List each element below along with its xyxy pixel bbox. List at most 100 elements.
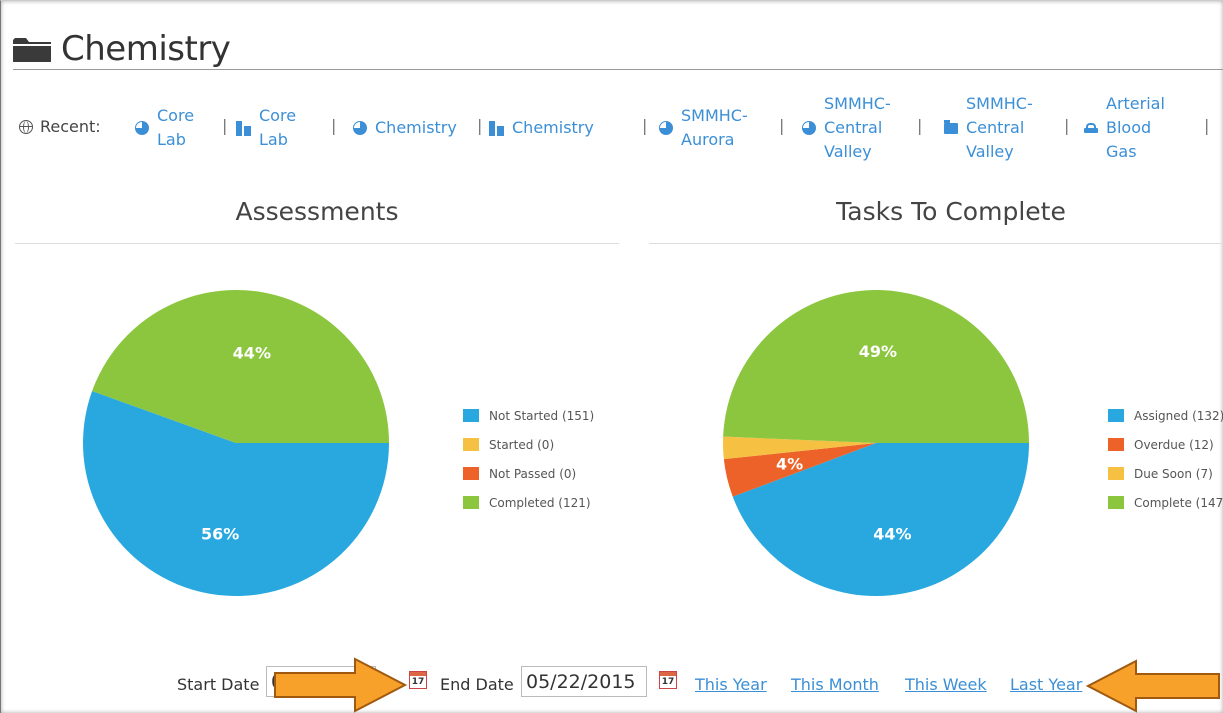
- pie-percent-label: 44%: [873, 524, 911, 543]
- recent-item-line: Lab: [157, 130, 186, 149]
- start-calendar-icon[interactable]: 17: [409, 671, 427, 689]
- this-year-link[interactable]: This Year: [695, 675, 767, 694]
- end-calendar-day: 17: [661, 677, 675, 687]
- recent-item-label: SMMHC- Aurora: [681, 104, 748, 152]
- last-year-link[interactable]: Last Year: [1010, 675, 1082, 694]
- assessments-legend: Not Started (151) Started (0) Not Passed (…: [463, 401, 594, 517]
- recent-item-label: Chemistry: [512, 116, 594, 140]
- this-week-link[interactable]: This Week: [905, 675, 987, 694]
- recent-bar: Recent: Core Lab Core Lab Chemistry Chemistry…: [19, 94, 1223, 166]
- recent-item-line: Gas: [1106, 142, 1137, 161]
- legend-label: Due Soon (7): [1134, 466, 1213, 481]
- page-title: Chemistry: [61, 29, 231, 69]
- legend-label: Started (0): [489, 437, 555, 452]
- recent-item-label: Core Lab: [259, 104, 296, 152]
- pie-percent-label: 44%: [233, 344, 271, 363]
- title-divider: [13, 69, 1223, 70]
- recent-item-chemistry[interactable]: Chemistry: [489, 116, 594, 140]
- recent-item-line: SMMHC-: [824, 94, 891, 113]
- tasks-divider: [649, 243, 1223, 244]
- recent-item-line: Valley: [824, 142, 872, 161]
- recent-separator: |: [222, 116, 228, 135]
- recent-separator: |: [477, 116, 483, 135]
- recent-item-label: Chemistry: [375, 116, 457, 140]
- recent-item-line: Valley: [966, 142, 1014, 161]
- tasks-title: Tasks To Complete: [836, 197, 1066, 226]
- legend-label: Complete (147): [1134, 495, 1223, 510]
- legend-swatch: [463, 409, 479, 422]
- assessments-title: Assessments: [235, 197, 399, 226]
- legend-label: Completed (121): [489, 495, 591, 510]
- pie-icon: [659, 121, 673, 135]
- recent-separator: |: [331, 116, 337, 135]
- legend-item[interactable]: Complete (147): [1108, 488, 1223, 517]
- recent-item-line: Core: [259, 106, 297, 125]
- tasks-pie-chart: 44% 4% 49%: [723, 289, 1029, 596]
- recent-item-core-lab[interactable]: Core Lab: [135, 104, 194, 152]
- end-date-label: End Date: [440, 675, 514, 694]
- recent-separator: |: [917, 116, 923, 135]
- legend-swatch: [463, 467, 479, 480]
- this-month-link[interactable]: This Month: [791, 675, 879, 694]
- end-date-input[interactable]: [521, 666, 647, 697]
- legend-swatch: [463, 496, 479, 509]
- assessments-pie-chart: 56% 44%: [83, 289, 389, 596]
- recent-item-line: Aurora: [681, 130, 735, 149]
- pie-percent-label: 49%: [859, 342, 897, 361]
- recent-item-line: Central: [966, 118, 1025, 137]
- recent-label-text: Recent:: [40, 117, 101, 136]
- annotation-arrow-right: [274, 657, 408, 713]
- recent-item-chemistry[interactable]: Chemistry: [353, 116, 457, 140]
- recent-item-smmhc-central-valley[interactable]: SMMHC- Central Valley: [802, 92, 891, 164]
- recent-item-label: SMMHC- Central Valley: [824, 92, 891, 164]
- pie-percent-label: 56%: [201, 524, 239, 543]
- car-icon: [1084, 123, 1098, 133]
- pie-percent-label: 4%: [776, 454, 803, 473]
- pie-icon: [353, 121, 367, 135]
- recent-item-line: Central: [824, 118, 883, 137]
- legend-swatch: [1108, 409, 1124, 422]
- legend-item[interactable]: Not Passed (0): [463, 459, 594, 488]
- legend-swatch: [463, 438, 479, 451]
- building-icon: [489, 120, 504, 136]
- legend-item[interactable]: Not Started (151): [463, 401, 594, 430]
- annotation-arrow-left: [1086, 659, 1220, 713]
- legend-item[interactable]: Assigned (132): [1108, 401, 1223, 430]
- recent-item-core-lab[interactable]: Core Lab: [236, 104, 296, 152]
- recent-separator: |: [1064, 116, 1070, 135]
- legend-item[interactable]: Due Soon (7): [1108, 459, 1223, 488]
- start-calendar-day: 17: [411, 677, 425, 687]
- legend-item[interactable]: Overdue (12): [1108, 430, 1223, 459]
- pie-icon: [135, 121, 149, 135]
- assessments-divider: [15, 243, 619, 244]
- legend-label: Not Started (151): [489, 408, 595, 423]
- legend-label: Not Passed (0): [489, 466, 577, 481]
- legend-label: Assigned (132): [1134, 408, 1223, 423]
- globe-icon: [19, 119, 33, 134]
- recent-item-line: Chemistry: [375, 118, 457, 137]
- legend-swatch: [1108, 438, 1124, 451]
- recent-item-line: SMMHC-: [966, 94, 1033, 113]
- recent-item-line: SMMHC-: [681, 106, 748, 125]
- recent-item-line: Lab: [259, 130, 288, 149]
- pie-slice-complete: [723, 289, 1029, 443]
- legend-swatch: [1108, 496, 1124, 509]
- recent-label: Recent:: [19, 117, 101, 136]
- recent-item-line: Core: [157, 106, 195, 125]
- legend-item[interactable]: Started (0): [463, 430, 594, 459]
- building-icon: [236, 120, 251, 136]
- recent-item-smmhc-aurora[interactable]: SMMHC- Aurora: [659, 104, 748, 152]
- legend-swatch: [1108, 467, 1124, 480]
- page-header: Chemistry: [13, 29, 231, 69]
- end-calendar-icon[interactable]: 17: [659, 671, 677, 689]
- recent-item-arterial-blood-gas[interactable]: Arterial Blood Gas: [1084, 92, 1165, 164]
- recent-item-line: Blood: [1106, 118, 1152, 137]
- recent-item-smmhc-central-valley[interactable]: SMMHC- Central Valley: [944, 92, 1033, 164]
- recent-item-line: Arterial: [1106, 94, 1165, 113]
- folder-icon: [13, 38, 51, 62]
- dashboard-frame: Chemistry Recent: Core Lab Core Lab Chemistr…: [0, 0, 1223, 713]
- recent-separator: |: [779, 116, 785, 135]
- pie-icon: [802, 121, 816, 135]
- legend-item[interactable]: Completed (121): [463, 488, 594, 517]
- start-date-label: Start Date: [177, 675, 260, 694]
